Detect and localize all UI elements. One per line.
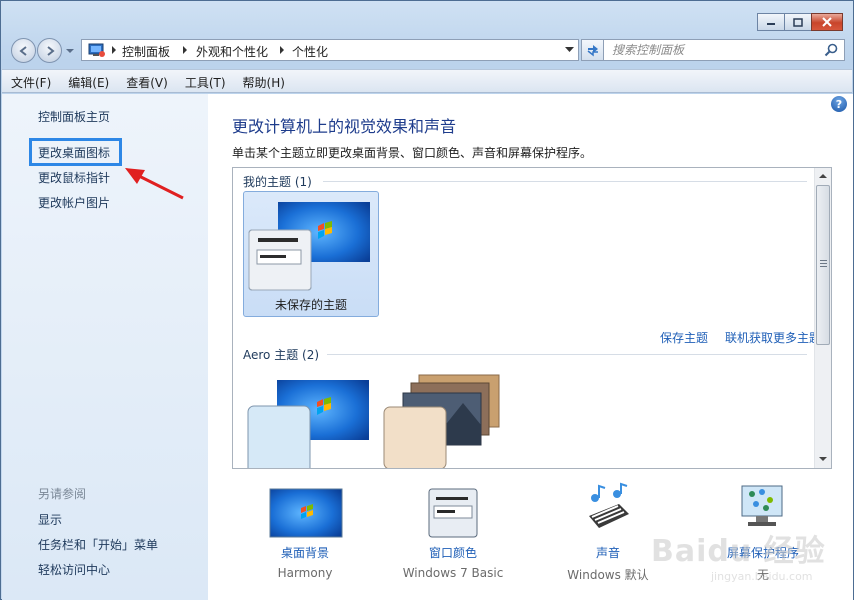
menu-view[interactable]: 查看(V) xyxy=(117,70,176,92)
address-bar[interactable]: 控制面板 外观和个性化 个性化 xyxy=(81,39,579,61)
baidu-watermark: Baidu 经验 jingyan.baidu.com xyxy=(651,526,826,583)
sidebar-link-change-mouse-pointer[interactable]: 更改鼠标指针 xyxy=(38,169,110,186)
breadcrumb-control-panel[interactable]: 控制面板 xyxy=(122,43,170,60)
forward-arrow-icon xyxy=(46,45,55,56)
desktop-background-value: Harmony xyxy=(277,566,333,580)
sidebar-link-control-panel-home[interactable]: 控制面板主页 xyxy=(38,108,110,125)
minimize-icon xyxy=(767,23,775,25)
close-button[interactable] xyxy=(811,13,843,31)
control-panel-icon xyxy=(88,43,105,57)
see-also-heading: 另请参阅 xyxy=(38,487,87,501)
breadcrumb-separator-icon[interactable] xyxy=(110,45,118,55)
sidebar-link-change-account-picture[interactable]: 更改帐户图片 xyxy=(38,194,110,211)
refresh-button[interactable] xyxy=(581,39,605,61)
caption-buttons xyxy=(757,13,843,31)
get-more-themes-link[interactable]: 联机获取更多主题 xyxy=(725,329,821,346)
menu-edit[interactable]: 编辑(E) xyxy=(59,70,117,92)
breadcrumb-separator-icon[interactable] xyxy=(278,45,286,55)
breadcrumb-personalization[interactable]: 个性化 xyxy=(292,43,328,60)
aero-themes-heading: Aero 主题 (2) xyxy=(243,348,320,362)
see-also-link-ease-of-access[interactable]: 轻松访问中心 xyxy=(38,561,110,578)
scrollbar-thumb[interactable] xyxy=(816,185,830,345)
theme-list-scrollbar[interactable] xyxy=(814,168,831,468)
save-theme-link[interactable]: 保存主题 xyxy=(660,329,708,346)
search-box[interactable] xyxy=(603,39,845,61)
watermark-text: Baidu 经验 xyxy=(651,534,826,569)
search-icon[interactable] xyxy=(824,43,838,57)
red-arrow-annotation-icon xyxy=(125,168,184,200)
theme-landscapes[interactable] xyxy=(379,373,515,468)
scroll-grip-icon xyxy=(820,260,827,267)
watermark-url: jingyan.baidu.com xyxy=(711,570,813,583)
scroll-down-icon[interactable] xyxy=(819,456,827,462)
see-also-link-taskbar[interactable]: 任务栏和「开始」菜单 xyxy=(38,536,158,553)
group-divider xyxy=(323,181,807,182)
see-also-link-display[interactable]: 显示 xyxy=(38,511,62,528)
search-input[interactable] xyxy=(612,42,812,58)
menu-tools[interactable]: 工具(T) xyxy=(176,70,234,92)
menu-bar: 文件(F) 编辑(E) 查看(V) 工具(T) 帮助(H) xyxy=(2,69,852,93)
page-description: 单击某个主题立即更改桌面背景、窗口颜色、声音和屏幕保护程序。 xyxy=(232,146,593,160)
theme-name: 未保存的主题 xyxy=(274,298,347,312)
control-panel-window: 控制面板 外观和个性化 个性化 文件(F) 编辑(E) 查看(V) 工具(T) xyxy=(0,0,854,600)
window-color-value: Windows 7 Basic xyxy=(402,566,504,580)
close-icon xyxy=(822,17,832,27)
my-themes-heading: 我的主题 (1) xyxy=(243,175,312,189)
scroll-up-icon[interactable] xyxy=(819,173,827,179)
group-divider xyxy=(327,354,807,355)
forward-button[interactable] xyxy=(37,38,62,63)
window-color-icon xyxy=(428,488,478,538)
back-button[interactable] xyxy=(11,38,36,63)
breadcrumb-appearance[interactable]: 外观和个性化 xyxy=(196,43,268,60)
sidebar-link-change-desktop-icons[interactable]: 更改桌面图标 xyxy=(38,144,110,161)
help-icon[interactable]: ? xyxy=(831,96,847,112)
menu-file[interactable]: 文件(F) xyxy=(2,70,59,92)
desktop-background-label[interactable]: 桌面背景 xyxy=(230,544,380,561)
theme-preview-image xyxy=(383,374,500,468)
minimize-button[interactable] xyxy=(757,13,785,31)
menu-help[interactable]: 帮助(H) xyxy=(234,70,293,92)
address-dropdown-icon[interactable] xyxy=(565,47,574,53)
navigation-bar: 控制面板 外观和个性化 个性化 xyxy=(9,37,849,63)
theme-preview-image xyxy=(247,380,369,468)
theme-unsaved[interactable]: 未保存的主题 xyxy=(243,191,379,317)
theme-list: 我的主题 (1) 未保存的主题 保存主题 联机获取更多主题 Aero 主题 (2… xyxy=(232,167,832,469)
back-arrow-icon xyxy=(18,45,27,56)
theme-actions: 保存主题 联机获取更多主题 xyxy=(660,329,821,346)
recent-pages-dropdown-icon[interactable] xyxy=(65,46,75,56)
theme-preview-image xyxy=(248,202,370,291)
sounds-icon xyxy=(589,482,629,528)
desktop-background-icon xyxy=(269,488,343,538)
page-title: 更改计算机上的视觉效果和声音 xyxy=(232,117,457,136)
theme-windows7[interactable] xyxy=(243,378,379,468)
breadcrumb-separator-icon[interactable] xyxy=(181,45,189,55)
main-content: ? 更改计算机上的视觉效果和声音 单击某个主题立即更改桌面背景、窗口颜色、声音和… xyxy=(208,94,853,600)
window-color-label[interactable]: 窗口颜色 xyxy=(378,544,528,561)
maximize-button[interactable] xyxy=(784,13,812,31)
refresh-icon xyxy=(587,45,598,57)
maximize-icon xyxy=(793,17,803,27)
